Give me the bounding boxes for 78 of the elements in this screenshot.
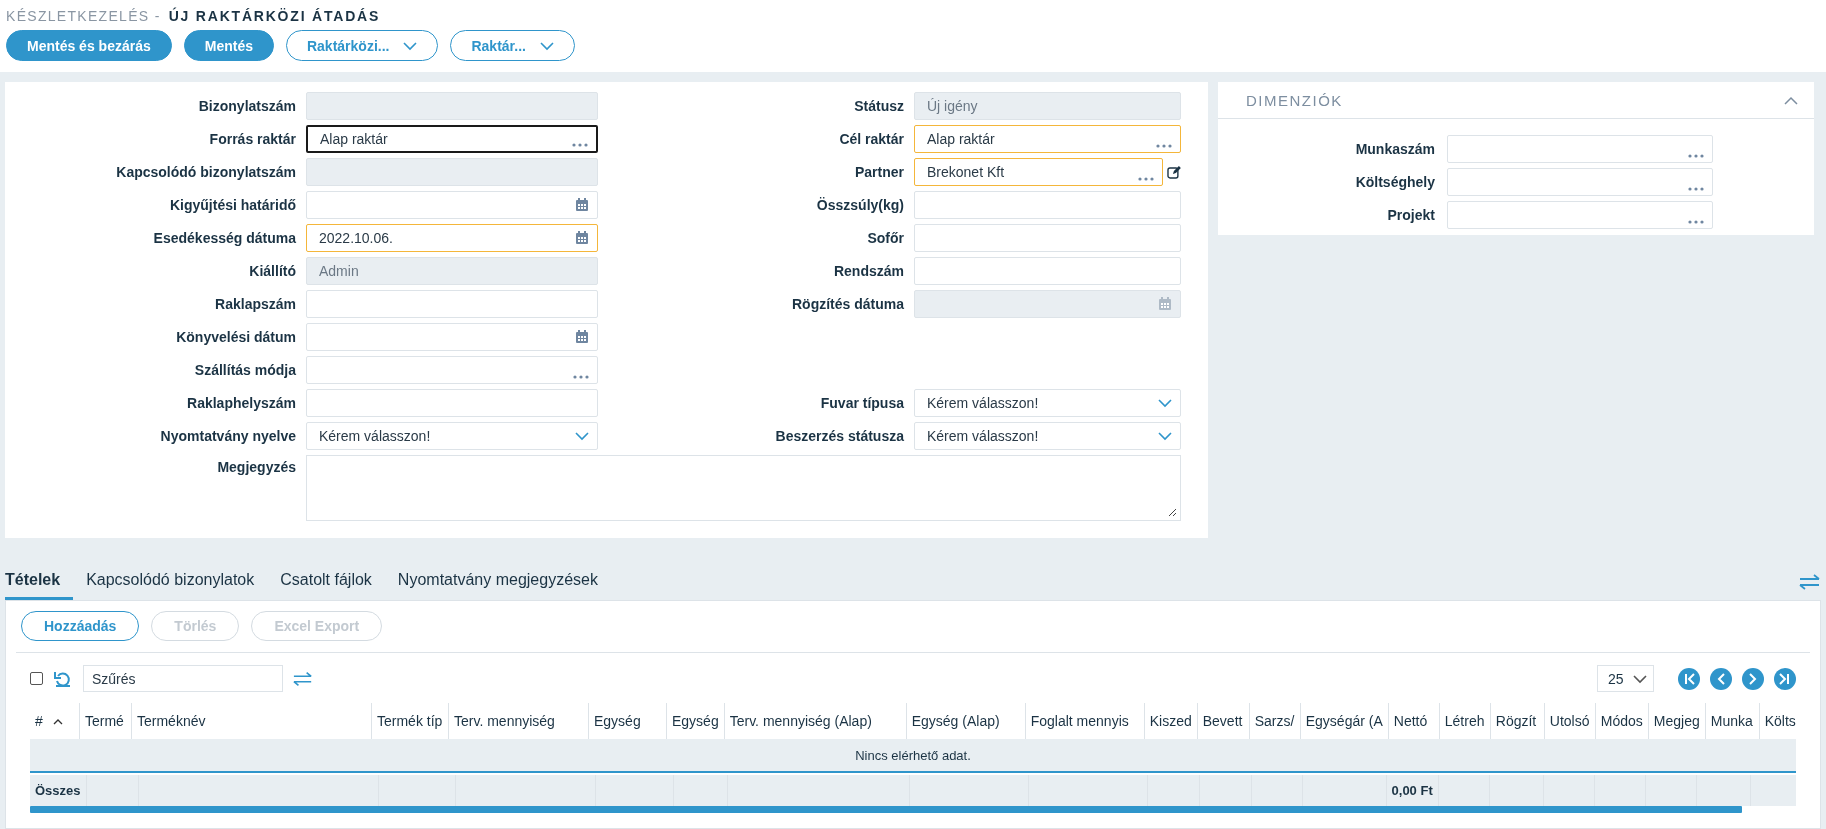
previous-page-icon[interactable] [1710,667,1732,690]
field-label: Projekt [1386,207,1435,223]
field-label: Forrás raktár [208,131,296,147]
chevron-down-icon [1158,431,1172,441]
more-icon[interactable] [1688,187,1704,191]
chevron-down-icon [1158,398,1172,408]
breadcrumb-section: KÉSZLETKEZELÉS - [6,8,161,24]
more-icon[interactable] [1156,144,1172,148]
more-icon[interactable] [1688,220,1704,224]
field-label: Összsúly(kg) [815,197,904,213]
scrollbar[interactable] [30,806,1742,813]
edit-icon[interactable] [1167,165,1181,179]
input-field[interactable] [1447,168,1713,196]
field-label: Bizonylatszám [197,98,296,114]
field-label: Partner [853,164,904,180]
field-label: Kapcsolódó bizonylatszám [115,164,296,180]
tab[interactable]: Kapcsolódó bizonylatok [73,571,268,600]
panel-title: DIMENZIÓK [1246,91,1343,109]
filter-field[interactable]: Szűrés [83,665,283,692]
field-label: Státusz [853,98,904,114]
dropdown-field[interactable]: Kérem válasszon! [306,422,598,450]
chevron-down-icon [575,431,589,441]
field-label: Költséghely [1354,174,1435,190]
field-label: Könyvelési dátum [175,329,296,345]
tab[interactable]: Csatolt fájlok [267,571,385,600]
field-label: Munkaszám [1354,141,1435,157]
chevron-up-icon[interactable] [1784,95,1798,105]
sort-icon[interactable] [52,717,63,725]
field-label: Beszerzés státusza [774,428,904,444]
select-all-checkbox[interactable] [30,672,43,685]
input-field[interactable] [914,257,1181,285]
page-title: ÚJ RAKTÁRKÖZI ÁTADÁS [168,8,381,24]
more-icon[interactable] [573,375,589,379]
input-field[interactable] [1447,135,1713,163]
field-label: Szállítás módja [193,362,296,378]
field-label: Rögzítés dátuma [791,296,904,312]
input-field[interactable] [306,323,598,351]
input-field[interactable]: Brekonet Kft [914,158,1164,186]
more-icon[interactable] [572,143,588,147]
page-size-select[interactable]: 25 [1597,665,1654,692]
input-field[interactable]: Alap raktár [306,125,598,153]
empty-message: Nincs elérhető adat. [30,739,1796,773]
first-page-icon[interactable] [1678,667,1700,690]
field-label: Kiállító [248,263,296,279]
dropdown-field[interactable]: Kérem válasszon! [914,389,1181,417]
field-label: Sofőr [866,230,904,246]
field-label: Fuvar típusa [819,395,904,411]
swap-icon[interactable] [1799,574,1821,590]
field-label: Raklapszám [214,296,296,312]
field-label: Rendszám [832,263,904,279]
more-icon[interactable] [1688,154,1704,158]
field-label: Kigyűjtési határidő [168,197,296,213]
input-field[interactable] [914,191,1181,219]
tab[interactable]: Nyomtatvány megjegyzések [384,571,611,600]
last-page-icon[interactable] [1774,667,1796,690]
next-page-icon[interactable] [1742,667,1764,690]
dropdown-field[interactable]: Kérem válasszon! [914,422,1181,450]
input-field[interactable] [1447,201,1713,229]
field-label: Megjegyzés [216,458,296,475]
field-label: Esedékesség dátuma [152,230,296,246]
calendar-icon[interactable] [575,198,589,212]
input-field[interactable] [306,389,598,417]
input-field[interactable] [306,191,598,219]
input-field[interactable] [306,290,598,318]
input-field[interactable]: 2022.10.06. [306,224,598,252]
calendar-icon[interactable] [575,231,589,245]
resize-handle-icon[interactable] [1168,508,1177,517]
more-icon[interactable] [1138,177,1155,181]
field-label: Cél raktár [838,131,904,147]
input-field[interactable]: Alap raktár [914,125,1181,153]
field-label: Raklaphelyszám [186,395,296,411]
input-field[interactable] [306,356,598,384]
chevron-down-icon [403,40,418,51]
input-field[interactable] [914,224,1181,252]
field-label: Nyomtatvány nyelve [159,428,296,444]
chevron-down-icon [539,40,554,51]
chevron-down-icon [1633,673,1647,684]
calendar-icon[interactable] [575,330,589,344]
